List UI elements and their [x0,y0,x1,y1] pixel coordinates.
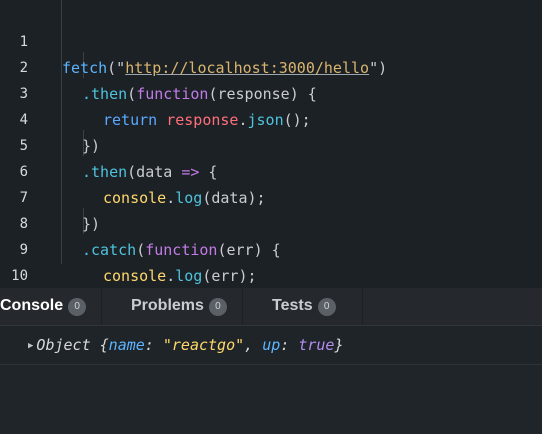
tab-problems[interactable]: Problems 0 [131,288,227,325]
tab-divider [101,288,102,325]
count-badge: 0 [68,298,87,316]
code-line[interactable]: 1 fetch("http://localhost:3000/hello") [0,3,542,77]
tab-label: Problems [131,297,204,314]
code-line[interactable]: 7 }) [0,159,542,233]
console-panel: ▶ Object {name: "reactgo", up: true} [0,326,542,434]
tab-divider [242,288,243,325]
console-entry[interactable]: ▶ Object {name: "reactgo", up: true} [0,326,542,365]
tab-tests[interactable]: Tests 0 [272,288,336,325]
code-line[interactable]: 10 }); [0,237,542,311]
code-line[interactable]: 4 }) [0,81,542,155]
tab-divider [362,288,363,325]
count-badge: 0 [208,298,227,316]
tab-console[interactable]: Console 0 [0,288,87,325]
tab-label: Tests [272,297,313,314]
code-line[interactable]: 6 console.log(data); [0,133,542,207]
code-line[interactable]: 8 .catch(function(err) { [0,185,542,259]
code-line[interactable]: 3 return response.json(); [0,55,542,129]
code-line[interactable]: 9 console.log(err); [0,211,542,285]
count-badge: 0 [317,298,336,316]
code-line[interactable]: 11 [0,263,542,310]
code-editor[interactable]: 1 fetch("http://localhost:3000/hello") 2… [0,0,542,311]
panel-tabbar: Console 0 Problems 0 Tests 0 [0,288,542,326]
code-line[interactable]: 5 .then(data => { [0,107,542,181]
tab-label: Console [0,297,64,314]
console-output: ▶ Object {name: "reactgo", up: true} [28,336,344,354]
expand-triangle-icon[interactable]: ▶ [28,341,33,351]
code-line[interactable]: 2 .then(function(response) { [0,29,542,103]
